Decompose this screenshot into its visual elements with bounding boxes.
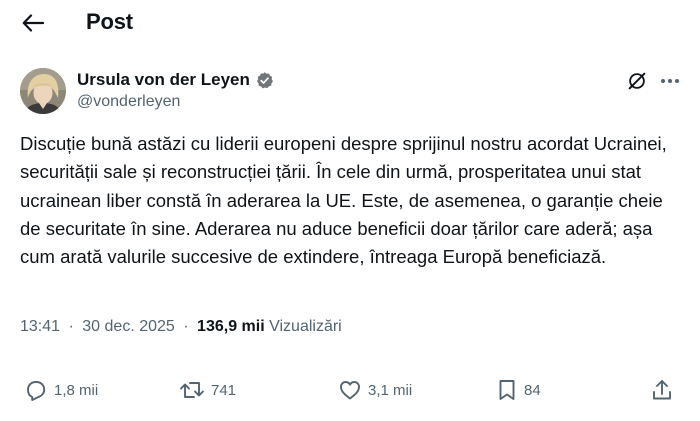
views-count: 136,9 mii (197, 318, 265, 335)
bookmark-count: 84 (524, 381, 541, 399)
like-button[interactable]: 3,1 mii (338, 377, 412, 403)
post-text: Discuție bună astăzi cu liderii europeni… (20, 133, 667, 268)
share-button[interactable] (651, 377, 673, 403)
grok-icon (628, 72, 646, 90)
post-detail-page: Post Ursula von der Leyen @vonderleyen D… (0, 0, 700, 421)
reply-count: 1,8 mii (54, 381, 99, 399)
header: Post (0, 0, 700, 48)
views-label: Vizualizări (269, 318, 342, 335)
action-bar: 1,8 mii 741 3,1 mii 84 (0, 373, 700, 407)
reply-icon (27, 381, 46, 401)
back-button[interactable] (18, 10, 48, 36)
author-block: Ursula von der Leyen @vonderleyen (77, 69, 274, 111)
repost-count: 741 (211, 381, 237, 399)
author-handle[interactable]: @vonderleyen (77, 93, 274, 111)
arrow-left-icon (22, 14, 44, 32)
author-name-row: Ursula von der Leyen (77, 69, 274, 91)
reply-button[interactable]: 1,8 mii (24, 377, 98, 403)
more-horizontal-icon (661, 79, 679, 83)
post-meta: 13:41 · 30 dec. 2025 · 136,9 mii Vizuali… (20, 318, 342, 336)
like-count: 3,1 mii (368, 381, 413, 399)
bookmark-icon (499, 380, 515, 400)
verified-badge-icon[interactable] (255, 71, 274, 90)
post-date[interactable]: 30 dec. 2025 (82, 318, 175, 335)
avatar[interactable] (20, 68, 66, 114)
meta-separator: · (183, 318, 189, 335)
avatar-image (20, 68, 66, 114)
repost-icon (180, 382, 204, 398)
repost-button[interactable]: 741 (179, 377, 236, 403)
more-options-button[interactable] (656, 68, 684, 94)
bookmark-button[interactable]: 84 (496, 377, 541, 403)
post-time[interactable]: 13:41 (20, 318, 60, 335)
heart-icon (340, 381, 360, 400)
share-icon (653, 380, 671, 400)
meta-separator: · (68, 318, 74, 335)
page-title: Post (86, 9, 133, 34)
author-name[interactable]: Ursula von der Leyen (77, 70, 250, 90)
grok-button[interactable] (624, 68, 650, 94)
